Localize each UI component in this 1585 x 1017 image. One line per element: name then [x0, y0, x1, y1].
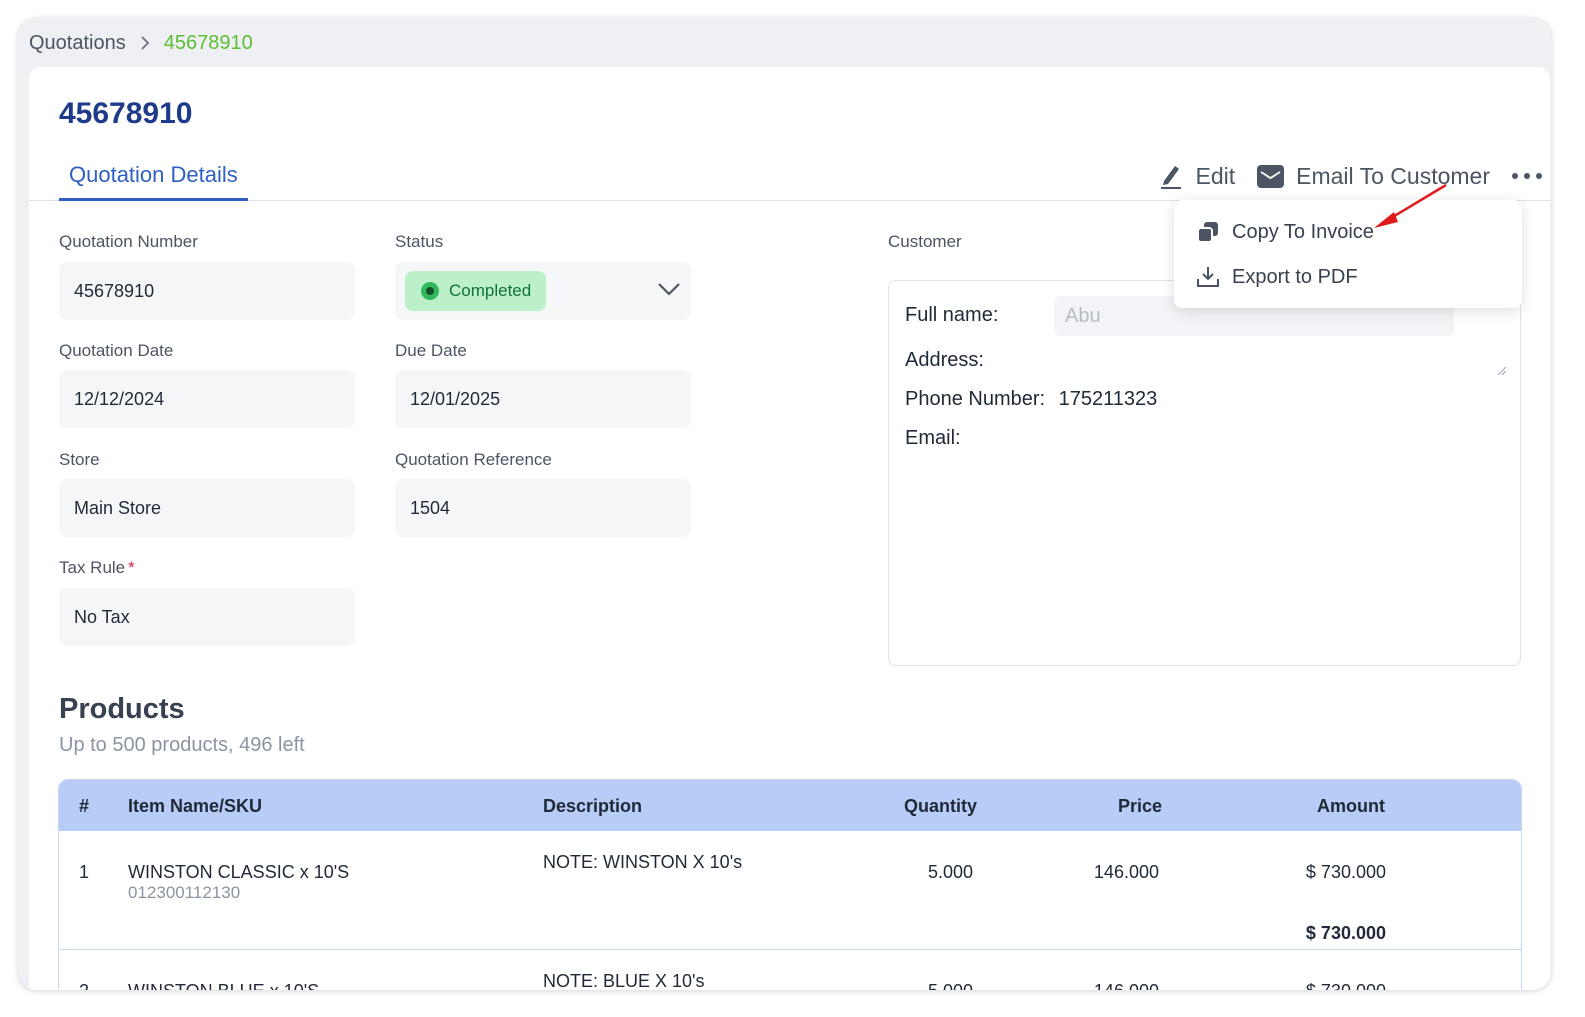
chevron-right-icon	[140, 35, 150, 51]
column-header-description: Description	[543, 796, 643, 816]
table-row[interactable]: 1 WINSTON CLASSIC x 10'S 012300112130 NO…	[59, 831, 1521, 950]
copy-to-invoice-label: Copy To Invoice	[1232, 220, 1374, 243]
edit-label: Edit	[1195, 162, 1236, 189]
annotation-arrow-icon	[1374, 183, 1447, 228]
more-options-icon[interactable]	[1512, 173, 1542, 179]
row-quantity: 5.000	[927, 862, 973, 882]
address-label: Address:	[905, 349, 984, 371]
row-amount: $ 730.000	[1305, 862, 1386, 882]
copy-icon	[1196, 220, 1220, 244]
row-item-sku: 012300112130	[128, 883, 241, 902]
store-label: Store	[59, 450, 100, 469]
due-date-label: Due Date	[395, 341, 467, 360]
row-quantity: 5.000	[845, 981, 973, 990]
page-title: 45678910	[59, 97, 193, 130]
quotation-date-field[interactable]: 12/12/2024	[59, 370, 355, 428]
column-header-price: Price	[1117, 796, 1162, 816]
menu-item-copy-to-invoice[interactable]: Copy To Invoice	[1196, 218, 1374, 246]
envelope-icon	[1257, 164, 1285, 188]
pencil-icon	[1159, 163, 1183, 189]
quotation-reference-label: Quotation Reference	[395, 450, 552, 469]
row-item-name: WINSTON BLUE x 10'S	[128, 981, 319, 990]
row-description: NOTE: WINSTON X 10's	[543, 852, 743, 872]
download-icon	[1196, 265, 1220, 289]
more-options-menu: Copy To Invoice Export to PDF	[1174, 200, 1522, 308]
table-row[interactable]: 2 WINSTON BLUE x 10'S 012300112138 NOTE:…	[59, 950, 1521, 990]
breadcrumb-quotations-link[interactable]: Quotations	[29, 32, 126, 55]
status-value: Completed	[449, 281, 532, 300]
products-table: # Item Name/SKU Description Quantity Pri…	[58, 779, 1522, 990]
status-dot-icon	[421, 282, 439, 300]
status-badge: Completed	[405, 271, 547, 311]
status-select[interactable]: Completed	[395, 262, 691, 320]
row-index: 2	[79, 981, 89, 990]
customer-label: Customer	[888, 232, 962, 251]
row-amount: $ 730.000	[1226, 981, 1386, 990]
breadcrumb-current: 45678910	[163, 31, 253, 54]
table-header: # Item Name/SKU Description Quantity Pri…	[59, 780, 1521, 831]
row-price: 146.000	[1031, 981, 1159, 990]
quotation-date-label: Quotation Date	[59, 341, 174, 360]
phone-number-value: 175211323	[1058, 388, 1158, 410]
quotation-number-field[interactable]: 45678910	[59, 262, 355, 320]
tax-rule-label-text: Tax Rule	[59, 558, 126, 577]
phone-number-label: Phone Number:	[905, 388, 1046, 410]
tax-rule-field[interactable]: No Tax	[59, 588, 355, 646]
quotation-reference-field[interactable]: 1504	[395, 479, 691, 537]
menu-item-export-to-pdf[interactable]: Export to PDF	[1196, 263, 1358, 291]
tax-rule-label: Tax Rule *	[59, 558, 135, 578]
column-header-quantity: Quantity	[903, 796, 977, 816]
export-to-pdf-label: Export to PDF	[1232, 265, 1358, 288]
row-description: NOTE: BLUE X 10's	[543, 971, 705, 990]
required-mark: *	[128, 558, 135, 577]
column-header-index: #	[79, 796, 90, 816]
edit-button[interactable]: Edit	[1159, 163, 1235, 190]
row-price: 146.000	[1093, 862, 1159, 882]
products-subtitle: Up to 500 products, 496 left	[59, 734, 305, 756]
tab-quotation-details[interactable]: Quotation Details	[59, 159, 248, 201]
quotation-number-label: Quotation Number	[59, 232, 198, 251]
app-window: Quotations 45678910 45678910 Quotation D…	[18, 18, 1551, 990]
chevron-down-icon	[657, 280, 681, 301]
store-field[interactable]: Main Store	[59, 479, 355, 537]
row-subtotal: $ 730.000	[1305, 923, 1386, 943]
header-actions: Edit Email To Customer	[1137, 159, 1542, 193]
full-name-label: Full name:	[905, 304, 999, 326]
phone-number-row: Phone Number: 175211323	[905, 388, 1157, 411]
email-label: Email:	[905, 427, 961, 449]
column-header-item: Item Name/SKU	[128, 796, 263, 816]
status-label: Status	[395, 232, 444, 251]
resize-handle-icon[interactable]	[1497, 362, 1507, 380]
column-header-amount: Amount	[1317, 796, 1385, 816]
row-item-name: WINSTON CLASSIC x 10'S	[128, 862, 350, 882]
due-date-field[interactable]: 12/01/2025	[395, 370, 691, 428]
breadcrumb: Quotations 45678910	[29, 31, 253, 55]
customer-details-textarea[interactable]: Full name: Abu Address: Phone Number: 17…	[888, 280, 1521, 666]
row-index: 1	[79, 862, 90, 882]
products-title: Products	[59, 693, 185, 725]
